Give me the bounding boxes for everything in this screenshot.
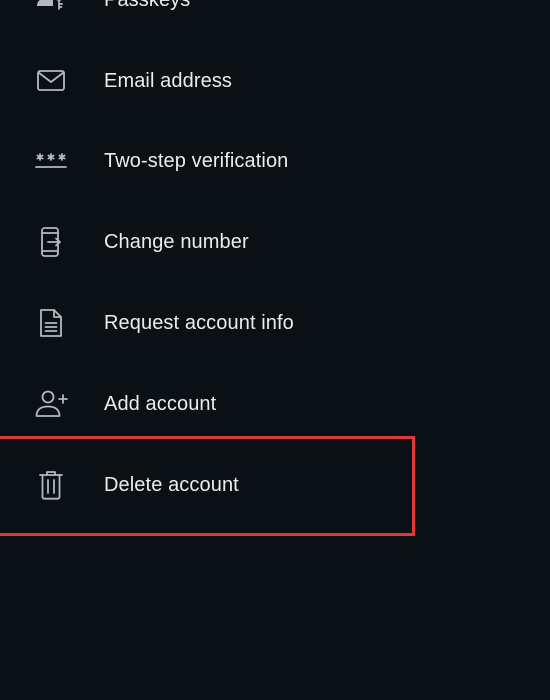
asterisk-password-icon	[33, 145, 69, 177]
menu-item-two-step-verification[interactable]: Two-step verification	[0, 121, 550, 201]
menu-item-label: Two-step verification	[104, 150, 289, 172]
passkey-icon	[33, 0, 69, 16]
menu-item-add-account[interactable]: Add account	[0, 364, 550, 444]
menu-item-passkeys[interactable]: Passkeys	[0, 0, 550, 40]
menu-item-delete-account[interactable]: Delete account	[0, 445, 550, 525]
trash-icon	[33, 469, 69, 501]
document-icon	[33, 307, 69, 339]
phone-transfer-icon	[33, 226, 69, 258]
envelope-icon	[33, 65, 69, 97]
menu-item-label: Passkeys	[104, 0, 191, 11]
menu-item-label: Add account	[104, 393, 217, 415]
menu-item-label: Delete account	[104, 474, 239, 496]
menu-item-email-address[interactable]: Email address	[0, 41, 550, 121]
menu-item-label: Request account info	[104, 312, 294, 334]
menu-item-label: Change number	[104, 231, 249, 253]
menu-item-label: Email address	[104, 70, 233, 92]
menu-item-change-number[interactable]: Change number	[0, 202, 550, 282]
menu-item-request-account-info[interactable]: Request account info	[0, 283, 550, 363]
add-person-icon	[33, 388, 69, 420]
